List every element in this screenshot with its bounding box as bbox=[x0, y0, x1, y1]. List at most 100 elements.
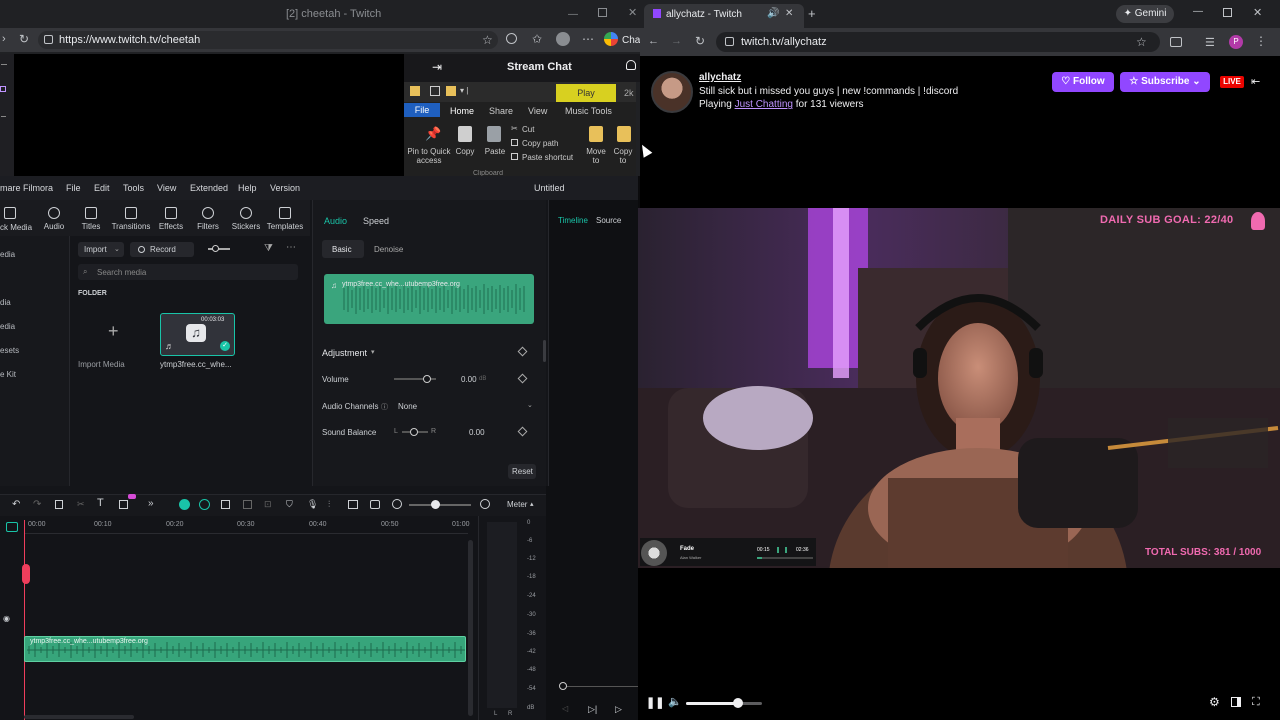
cast-icon[interactable] bbox=[1170, 37, 1182, 47]
zoom-out-icon[interactable] bbox=[392, 499, 402, 509]
zoom-in-icon[interactable] bbox=[480, 499, 490, 509]
close-icon[interactable]: ✕ bbox=[628, 6, 637, 19]
zoom-slider-knob[interactable] bbox=[212, 245, 219, 252]
ribbon-tab-share[interactable]: Share bbox=[489, 106, 513, 116]
cut-button[interactable]: Cut bbox=[522, 125, 534, 134]
tab-audio[interactable]: Audio bbox=[324, 216, 347, 226]
new-folder-icon[interactable] bbox=[446, 86, 456, 96]
move-to-icon[interactable] bbox=[589, 126, 603, 142]
ai-tool-icon-2[interactable] bbox=[199, 499, 210, 510]
copilot-label[interactable]: Cha bbox=[622, 35, 640, 46]
chat-users-icon[interactable] bbox=[626, 60, 636, 70]
preview-tab-timeline[interactable]: Timeline bbox=[558, 216, 588, 225]
twitch-nav-icon[interactable] bbox=[0, 86, 6, 92]
nav-brand-kit[interactable]: e Kit bbox=[0, 370, 16, 379]
ribbon-tab-file[interactable]: File bbox=[404, 103, 440, 117]
more-options-icon[interactable]: ⋯ bbox=[286, 242, 296, 253]
right-tab-title[interactable]: allychatz - Twitch bbox=[666, 9, 742, 20]
fullscreen-icon[interactable]: ⛶ bbox=[1252, 696, 1260, 709]
tool-stickers[interactable]: Stickers bbox=[226, 207, 266, 231]
subscribe-button[interactable]: ☆ Subscribe ⌄ bbox=[1120, 72, 1210, 92]
menu-tools[interactable]: Tools bbox=[123, 183, 144, 193]
tool-audio[interactable]: Audio bbox=[34, 207, 74, 231]
tool-transitions[interactable]: Transitions bbox=[111, 207, 151, 231]
profile-avatar[interactable] bbox=[556, 32, 570, 46]
mixer-icon[interactable]: ⫶ bbox=[328, 499, 330, 510]
nav-presets[interactable]: esets bbox=[0, 346, 19, 355]
copy-button[interactable]: Copy bbox=[452, 147, 478, 156]
undo-icon[interactable]: ↶ bbox=[12, 499, 20, 510]
add-track-icon[interactable] bbox=[6, 522, 18, 532]
tab-close-icon[interactable]: ✕ bbox=[785, 8, 793, 19]
copilot-icon[interactable] bbox=[604, 32, 618, 46]
collapse-chat-icon[interactable]: ⇥ bbox=[432, 60, 442, 74]
volume-slider-knob[interactable] bbox=[423, 375, 431, 383]
marker-icon[interactable]: ⛉ bbox=[286, 499, 293, 510]
menu-dots-icon[interactable]: ⋯ bbox=[582, 32, 594, 46]
tool-templates[interactable]: Templates bbox=[265, 207, 305, 231]
paste-button[interactable]: Paste bbox=[482, 147, 508, 156]
paste-shortcut-icon[interactable] bbox=[511, 153, 518, 160]
tool-media-label[interactable]: ck Media bbox=[0, 223, 32, 232]
subtab-basic[interactable]: Basic bbox=[332, 245, 352, 254]
right-site-info-icon[interactable] bbox=[725, 37, 734, 46]
meter-toggle[interactable]: Meter bbox=[507, 500, 527, 509]
text-tool-icon[interactable]: T bbox=[97, 497, 104, 509]
more-tools-icon[interactable]: » bbox=[148, 498, 154, 509]
qat-dropdown-icon[interactable]: ▾ | bbox=[460, 86, 468, 95]
ribbon-tab-music-tools[interactable]: Music Tools bbox=[565, 106, 612, 116]
prev-frame-icon[interactable]: ◁ bbox=[562, 704, 568, 713]
speed-icon[interactable]: ⊡ bbox=[264, 499, 272, 510]
delete-icon[interactable] bbox=[55, 500, 63, 509]
microphone-icon[interactable]: 🎙 bbox=[307, 499, 318, 510]
pin-quick-access-button[interactable]: Pin to Quick access bbox=[406, 147, 452, 165]
timeline-horizontal-scrollbar[interactable] bbox=[24, 715, 134, 719]
props-scrollbar[interactable] bbox=[543, 340, 546, 362]
reload-icon[interactable]: ↻ bbox=[19, 32, 29, 46]
paste-icon[interactable] bbox=[487, 126, 501, 142]
pin-icon[interactable]: 📌 bbox=[425, 126, 441, 142]
subtab-denoise[interactable]: Denoise bbox=[374, 245, 403, 254]
forward-icon[interactable]: › bbox=[2, 33, 6, 45]
stream-video[interactable] bbox=[638, 208, 1280, 568]
timeline-zoom-slider[interactable] bbox=[409, 504, 471, 506]
menu-help[interactable]: Help bbox=[238, 183, 257, 193]
filter-icon[interactable]: ⧩ bbox=[264, 243, 273, 254]
cut-icon[interactable]: ✂ bbox=[511, 124, 518, 133]
timeline-vertical-scrollbar[interactable] bbox=[468, 540, 473, 716]
menu-view[interactable]: View bbox=[157, 183, 176, 193]
preview-tab-source[interactable]: Source bbox=[596, 216, 621, 225]
right-minimize-icon[interactable]: — bbox=[1193, 6, 1203, 17]
play-step-icon[interactable]: ▷| bbox=[588, 704, 597, 715]
redo-icon[interactable]: ↷ bbox=[33, 499, 41, 510]
balance-value[interactable]: 0.00 bbox=[469, 428, 485, 437]
streamer-avatar[interactable] bbox=[651, 71, 693, 113]
back-icon[interactable]: ← bbox=[648, 35, 659, 47]
expand-chat-icon[interactable]: ⇤ bbox=[1251, 75, 1260, 88]
tool-effects[interactable]: Effects bbox=[151, 207, 191, 231]
track-visibility-icon[interactable]: ◉ bbox=[3, 614, 10, 623]
extension-icon[interactable] bbox=[506, 33, 517, 44]
nav-project-media[interactable]: edia bbox=[0, 250, 15, 259]
balance-slider-knob[interactable] bbox=[410, 428, 418, 436]
layout-icon[interactable] bbox=[243, 500, 252, 509]
right-profile-avatar[interactable]: P bbox=[1229, 35, 1243, 49]
preview-scrubber-knob[interactable] bbox=[559, 682, 567, 690]
ribbon-tab-home[interactable]: Home bbox=[450, 106, 474, 116]
meter-caret-icon[interactable]: ▴ bbox=[530, 500, 534, 508]
right-menu-dots-icon[interactable]: ⋮ bbox=[1255, 34, 1267, 48]
follow-button[interactable]: ♡ Follow bbox=[1052, 72, 1114, 92]
right-reload-icon[interactable]: ↻ bbox=[695, 34, 705, 48]
tool-filters[interactable]: Filters bbox=[188, 207, 228, 231]
left-tab-title[interactable]: [2] cheetah - Twitch bbox=[286, 8, 381, 20]
copy-icon[interactable] bbox=[458, 126, 472, 142]
tab-speed[interactable]: Speed bbox=[363, 216, 389, 226]
media-tool-icon[interactable] bbox=[4, 207, 16, 219]
pause-icon[interactable]: ❚❚ bbox=[646, 696, 664, 709]
playhead[interactable] bbox=[24, 520, 25, 720]
right-bookmark-star-icon[interactable]: ☆ bbox=[1136, 35, 1147, 49]
snapshot-icon[interactable] bbox=[221, 500, 230, 509]
favorites-icon[interactable]: ✩ bbox=[532, 32, 542, 46]
import-dropdown-icon[interactable]: ⌄ bbox=[114, 245, 120, 253]
menu-edit[interactable]: Edit bbox=[94, 183, 110, 193]
